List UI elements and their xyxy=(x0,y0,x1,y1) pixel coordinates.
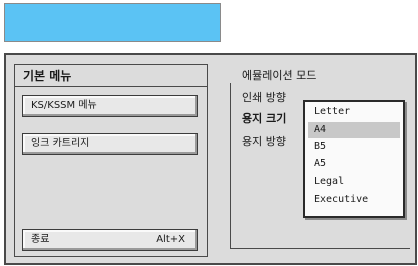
settings-divider xyxy=(230,83,231,248)
option-a4[interactable]: A4 xyxy=(308,122,400,138)
ks-kssm-menu-button[interactable]: KS/KSSM 메뉴 xyxy=(22,95,198,117)
menu-item-emulation-mode[interactable]: 에뮬레이션 모드 xyxy=(242,67,316,83)
title-divider xyxy=(15,86,207,87)
basic-menu-title: 기본 메뉴 xyxy=(23,69,72,83)
exit-label: 종료 xyxy=(31,234,50,245)
basic-menu-pane: 기본 메뉴 KS/KSSM 메뉴 잉크 카트리지 종료 Alt+X xyxy=(14,64,208,257)
exit-button[interactable]: 종료 Alt+X xyxy=(22,229,198,251)
top-banner xyxy=(4,3,221,42)
ink-cartridge-label: 잉크 카트리지 xyxy=(31,138,90,149)
exit-accelerator: Alt+X xyxy=(156,234,185,245)
menu-item-paper-direction[interactable]: 용지 방향 xyxy=(242,133,286,149)
option-executive[interactable]: Executive xyxy=(308,192,400,208)
menu-item-print-orientation[interactable]: 인쇄 방향 xyxy=(242,89,286,105)
option-legal[interactable]: Legal xyxy=(308,174,400,190)
paper-size-dropdown[interactable]: Letter A4 B5 A5 Legal Executive xyxy=(303,100,405,218)
settings-bottom-rule xyxy=(230,248,410,249)
ks-kssm-menu-label: KS/KSSM 메뉴 xyxy=(31,100,97,111)
option-a5[interactable]: A5 xyxy=(308,156,400,172)
ink-cartridge-button[interactable]: 잉크 카트리지 xyxy=(22,133,198,155)
option-b5[interactable]: B5 xyxy=(308,139,400,155)
menu-item-paper-size[interactable]: 용지 크기 xyxy=(242,110,286,126)
option-letter[interactable]: Letter xyxy=(308,104,400,120)
